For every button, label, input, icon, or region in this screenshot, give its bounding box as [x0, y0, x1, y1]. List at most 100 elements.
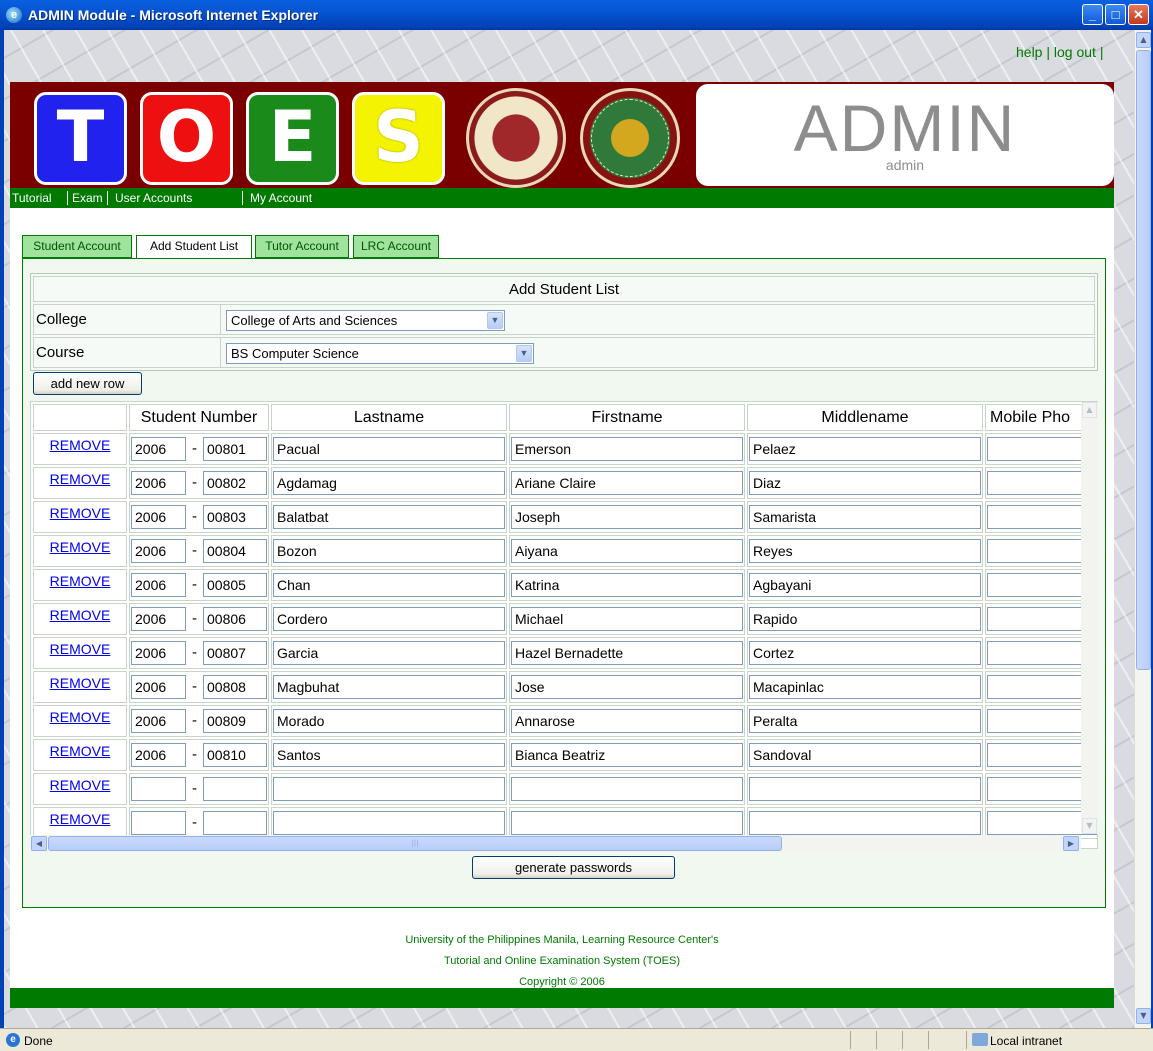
nav-user-accounts[interactable]: User Accounts — [115, 188, 193, 208]
firstname-input[interactable]: Bianca Beatriz — [511, 743, 743, 767]
student-number-input[interactable]: 00810 — [203, 743, 267, 767]
remove-row-link[interactable]: REMOVE — [50, 539, 111, 555]
middlename-input[interactable]: Reyes — [749, 539, 981, 563]
lastname-input[interactable]: Bozon — [273, 539, 505, 563]
lastname-input[interactable]: Agdamag — [273, 471, 505, 495]
nav-exam[interactable]: Exam — [72, 188, 103, 208]
firstname-input[interactable] — [511, 777, 743, 801]
lastname-input[interactable]: Magbuhat — [273, 675, 505, 699]
grid-vertical-scrollbar[interactable]: ▲ ▼ — [1081, 402, 1098, 834]
student-year-input[interactable]: 2006 — [131, 743, 186, 767]
student-year-input[interactable]: 2006 — [131, 675, 186, 699]
student-year-input[interactable]: 2006 — [131, 573, 186, 597]
firstname-input[interactable]: Joseph — [511, 505, 743, 529]
arrow-right-icon[interactable]: ▶ — [1063, 836, 1079, 851]
middlename-input[interactable]: Macapinlac — [749, 675, 981, 699]
middlename-input[interactable] — [749, 777, 981, 801]
lastname-input[interactable]: Balatbat — [273, 505, 505, 529]
remove-row-link[interactable]: REMOVE — [50, 607, 111, 623]
remove-row-link[interactable]: REMOVE — [50, 709, 111, 725]
lastname-input[interactable]: Cordero — [273, 607, 505, 631]
remove-row-link[interactable]: REMOVE — [50, 505, 111, 521]
lastname-input[interactable]: Morado — [273, 709, 505, 733]
generate-passwords-button[interactable]: generate passwords — [472, 856, 675, 879]
arrow-left-icon[interactable]: ◀ — [31, 836, 47, 851]
arrow-down-icon[interactable]: ▼ — [1136, 1008, 1151, 1024]
student-year-input[interactable]: 2006 — [131, 607, 186, 631]
add-new-row-button[interactable]: add new row — [33, 372, 142, 395]
student-number-input[interactable]: 00809 — [203, 709, 267, 733]
nav-tutorial[interactable]: Tutorial — [12, 188, 52, 208]
lastname-input[interactable]: Garcia — [273, 641, 505, 665]
student-year-input[interactable]: 2006 — [131, 505, 186, 529]
lastname-input[interactable] — [273, 811, 505, 835]
window-titlebar[interactable]: e ADMIN Module - Microsoft Internet Expl… — [0, 0, 1153, 30]
remove-row-link[interactable]: REMOVE — [50, 811, 111, 827]
lastname-input[interactable]: Pacual — [273, 437, 505, 461]
remove-row-link[interactable]: REMOVE — [50, 437, 111, 453]
student-number-input[interactable]: 00804 — [203, 539, 267, 563]
student-year-input[interactable] — [131, 811, 186, 835]
tab-student-account[interactable]: Student Account — [22, 235, 132, 258]
page-vertical-scrollbar[interactable]: ▲ ▼ — [1134, 30, 1151, 1028]
student-year-input[interactable]: 2006 — [131, 539, 186, 563]
college-select[interactable]: College of Arts and Sciences ▼ — [226, 310, 505, 331]
middlename-input[interactable]: Pelaez — [749, 437, 981, 461]
student-number-input[interactable] — [203, 777, 267, 801]
minimize-button[interactable]: _ — [1082, 4, 1103, 25]
firstname-input[interactable]: Ariane Claire — [511, 471, 743, 495]
student-number-input[interactable]: 00803 — [203, 505, 267, 529]
chevron-down-icon[interactable]: ▼ — [487, 312, 503, 329]
arrow-up-icon[interactable]: ▲ — [1082, 402, 1097, 418]
middlename-input[interactable] — [749, 811, 981, 835]
maximize-button[interactable]: □ — [1105, 4, 1126, 25]
nav-my-account[interactable]: My Account — [250, 188, 312, 208]
middlename-input[interactable]: Rapido — [749, 607, 981, 631]
firstname-input[interactable] — [511, 811, 743, 835]
grid-hscroll-thumb[interactable]: ||| — [48, 836, 782, 851]
remove-row-link[interactable]: REMOVE — [50, 777, 111, 793]
student-year-input[interactable] — [131, 777, 186, 801]
lastname-input[interactable]: Santos — [273, 743, 505, 767]
student-year-input[interactable]: 2006 — [131, 641, 186, 665]
course-select[interactable]: BS Computer Science ▼ — [226, 343, 534, 364]
remove-row-link[interactable]: REMOVE — [50, 573, 111, 589]
arrow-down-icon[interactable]: ▼ — [1082, 818, 1097, 834]
middlename-input[interactable]: Peralta — [749, 709, 981, 733]
arrow-up-icon[interactable]: ▲ — [1136, 32, 1151, 48]
firstname-input[interactable]: Katrina — [511, 573, 743, 597]
student-number-input[interactable]: 00807 — [203, 641, 267, 665]
firstname-input[interactable]: Aiyana — [511, 539, 743, 563]
student-number-input[interactable]: 00802 — [203, 471, 267, 495]
tab-add-student-list[interactable]: Add Student List — [136, 235, 252, 259]
firstname-input[interactable]: Hazel Bernadette — [511, 641, 743, 665]
student-number-input[interactable]: 00805 — [203, 573, 267, 597]
logout-link[interactable]: log out — [1054, 44, 1096, 60]
lastname-input[interactable] — [273, 777, 505, 801]
student-number-input[interactable]: 00808 — [203, 675, 267, 699]
remove-row-link[interactable]: REMOVE — [50, 743, 111, 759]
chevron-down-icon[interactable]: ▼ — [516, 345, 532, 362]
firstname-input[interactable]: Michael — [511, 607, 743, 631]
firstname-input[interactable]: Emerson — [511, 437, 743, 461]
student-year-input[interactable]: 2006 — [131, 709, 186, 733]
student-number-input[interactable]: 00806 — [203, 607, 267, 631]
middlename-input[interactable]: Agbayani — [749, 573, 981, 597]
grid-horizontal-scrollbar[interactable]: ◀ ||| ▶ — [30, 835, 1081, 852]
middlename-input[interactable]: Diaz — [749, 471, 981, 495]
lastname-input[interactable]: Chan — [273, 573, 505, 597]
remove-row-link[interactable]: REMOVE — [50, 675, 111, 691]
student-number-input[interactable]: 00801 — [203, 437, 267, 461]
student-year-input[interactable]: 2006 — [131, 437, 186, 461]
firstname-input[interactable]: Annarose — [511, 709, 743, 733]
close-button[interactable]: ✕ — [1128, 4, 1149, 25]
student-number-input[interactable] — [203, 811, 267, 835]
middlename-input[interactable]: Sandoval — [749, 743, 981, 767]
tab-tutor-account[interactable]: Tutor Account — [255, 235, 349, 258]
tab-lrc-account[interactable]: LRC Account — [353, 235, 439, 258]
page-scroll-thumb[interactable] — [1136, 50, 1151, 670]
firstname-input[interactable]: Jose — [511, 675, 743, 699]
help-link[interactable]: help — [1016, 44, 1042, 60]
middlename-input[interactable]: Cortez — [749, 641, 981, 665]
student-year-input[interactable]: 2006 — [131, 471, 186, 495]
